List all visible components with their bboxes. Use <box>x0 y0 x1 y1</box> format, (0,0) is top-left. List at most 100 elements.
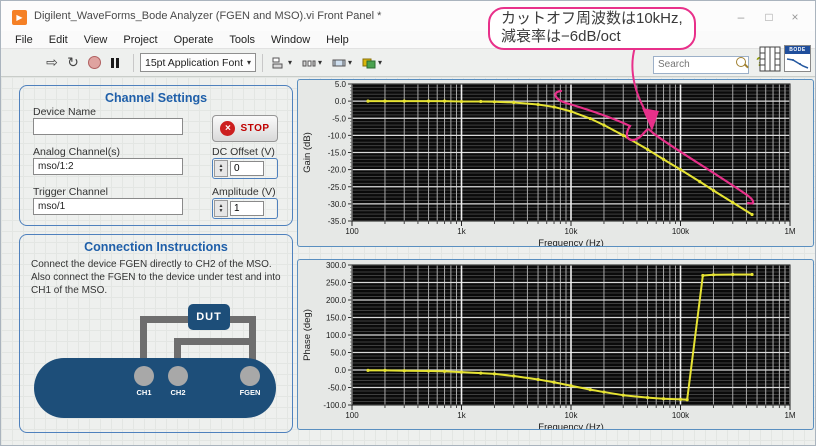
svg-text:-25.0: -25.0 <box>328 183 347 192</box>
reorder-objects-button[interactable]: ▾ <box>359 53 385 73</box>
font-selector-dropdown[interactable]: 15pt Application Font ▾ <box>140 53 256 72</box>
dc-offset-value[interactable] <box>230 161 264 176</box>
svg-text:100.0: 100.0 <box>326 331 347 340</box>
align-objects-button[interactable]: ▾ <box>269 53 295 73</box>
stop-button[interactable]: × STOP <box>212 115 278 142</box>
svg-text:-5.0: -5.0 <box>332 114 346 123</box>
svg-text:1k: 1k <box>457 227 466 236</box>
chevron-down-icon: ▾ <box>318 58 322 67</box>
chevron-down-icon: ▾ <box>348 58 352 67</box>
amplitude-value[interactable] <box>230 201 264 216</box>
connection-instructions-text: Connect the device FGEN directly to CH2 … <box>31 258 283 297</box>
distribute-objects-icon <box>302 57 316 69</box>
svg-text:-100.0: -100.0 <box>323 401 346 410</box>
svg-text:100: 100 <box>345 411 359 420</box>
amplitude-control: ▲▼ <box>212 198 278 219</box>
analog-channels-label: Analog Channel(s) <box>33 146 120 158</box>
ch1-terminal <box>134 366 154 386</box>
vi-icon[interactable]: BODE <box>784 45 811 72</box>
connection-instructions-panel: Connection Instructions Connect the devi… <box>19 234 293 433</box>
menu-operate[interactable]: Operate <box>166 34 222 46</box>
abort-execution-icon[interactable] <box>85 53 103 73</box>
phase-bode-plot[interactable]: 300.0250.0200.0150.0100.050.00.0-50.0-10… <box>298 260 813 429</box>
device-name-label: Device Name <box>33 106 96 118</box>
amplitude-label: Amplitude (V) <box>212 186 276 198</box>
phase-chart-container: 300.0250.0200.0150.0100.050.00.0-50.0-10… <box>297 259 814 430</box>
svg-text:1k: 1k <box>457 411 466 420</box>
svg-text:-35.0: -35.0 <box>328 217 347 226</box>
window-title: Digilent_WaveForms_Bode Analyzer (FGEN a… <box>34 10 381 22</box>
analog-channels-field[interactable] <box>33 158 183 175</box>
trigger-channel-label: Trigger Channel <box>33 186 108 198</box>
gain-bode-plot[interactable]: 5.0 0.0 -5.0 -10.0 -15.0 -20.0 -25.0 -30.0 -35.0… <box>298 80 813 246</box>
menu-project[interactable]: Project <box>115 34 165 46</box>
svg-text:0.0: 0.0 <box>335 366 347 375</box>
menu-file[interactable]: File <box>7 34 41 46</box>
svg-text:100k: 100k <box>672 411 690 420</box>
labview-app-icon: ▶ <box>12 10 27 25</box>
svg-text:10k: 10k <box>565 227 579 236</box>
menu-edit[interactable]: Edit <box>41 34 76 46</box>
minimize-button[interactable]: – <box>729 8 753 26</box>
distribute-objects-button[interactable]: ▾ <box>299 53 325 73</box>
svg-text:150.0: 150.0 <box>326 314 347 323</box>
trigger-channel-field[interactable] <box>33 198 183 215</box>
wire-dut-to-ch1 <box>140 316 192 323</box>
toolbar-separator <box>262 54 263 72</box>
svg-text:50.0: 50.0 <box>330 349 346 358</box>
svg-text:-30.0: -30.0 <box>328 200 347 209</box>
svg-text:Frequency (Hz): Frequency (Hz) <box>538 238 603 246</box>
chevron-down-icon: ▾ <box>288 58 292 67</box>
svg-text:5.0: 5.0 <box>335 80 347 89</box>
menu-window[interactable]: Window <box>263 34 318 46</box>
resize-objects-button[interactable]: ▾ <box>329 53 355 73</box>
device-name-field[interactable] <box>33 118 183 135</box>
annotation-text-line1: カットオフ周波数は10kHz, <box>501 10 683 28</box>
search-box <box>653 54 749 72</box>
search-input[interactable] <box>653 56 749 74</box>
pause-bars <box>111 58 119 68</box>
spinner-arrows-icon[interactable]: ▲▼ <box>214 200 228 217</box>
maximize-button[interactable]: □ <box>757 8 781 26</box>
svg-text:300.0: 300.0 <box>326 261 347 270</box>
pause-icon[interactable] <box>106 53 124 73</box>
svg-text:10k: 10k <box>565 411 579 420</box>
svg-text:100: 100 <box>345 227 359 236</box>
svg-text:0.0: 0.0 <box>335 97 347 106</box>
annotation-text-line2: 減衰率は−6dB/oct <box>501 28 683 46</box>
run-continuously-icon[interactable]: ↻ <box>64 53 82 73</box>
menu-view[interactable]: View <box>76 34 116 46</box>
wire-ch2-to-fgen <box>174 338 256 345</box>
fgen-terminal <box>240 366 260 386</box>
annotation-callout: カットオフ周波数は10kHz, 減衰率は−6dB/oct <box>488 7 696 50</box>
svg-text:-15.0: -15.0 <box>328 149 347 158</box>
menu-help[interactable]: Help <box>318 34 357 46</box>
svg-text:1M: 1M <box>784 411 795 420</box>
spinner-arrows-icon[interactable]: ▲▼ <box>214 160 228 177</box>
search-icon <box>736 57 746 67</box>
ch2-terminal <box>168 366 188 386</box>
chevron-down-icon: ▾ <box>247 58 251 67</box>
reorder-objects-icon <box>362 57 376 69</box>
svg-text:1M: 1M <box>784 227 795 236</box>
connection-instructions-title: Connection Instructions <box>20 240 292 254</box>
abort-dot <box>88 56 101 69</box>
svg-text:100k: 100k <box>672 227 690 236</box>
run-icon[interactable]: ⇨ <box>43 53 61 73</box>
svg-text:200.0: 200.0 <box>326 296 347 305</box>
fgen-label: FGEN <box>235 388 265 397</box>
menu-tools[interactable]: Tools <box>221 34 263 46</box>
gain-chart-container: 5.0 0.0 -5.0 -10.0 -15.0 -20.0 -25.0 -30.0 -35.0… <box>297 79 814 247</box>
ch2-label: CH2 <box>163 388 193 397</box>
svg-text:-10.0: -10.0 <box>328 131 347 140</box>
svg-text:-20.0: -20.0 <box>328 166 347 175</box>
svg-text:Frequency (Hz): Frequency (Hz) <box>538 422 603 429</box>
connector-pane-icon[interactable] <box>759 46 781 72</box>
vi-icon-label: BODE <box>785 46 810 54</box>
channel-settings-title: Channel Settings <box>20 91 292 105</box>
dut-box: DUT <box>188 304 230 330</box>
close-button[interactable]: × <box>783 8 807 26</box>
dc-offset-control: ▲▼ <box>212 158 278 179</box>
align-objects-icon <box>272 57 286 69</box>
chevron-down-icon: ▾ <box>378 58 382 67</box>
